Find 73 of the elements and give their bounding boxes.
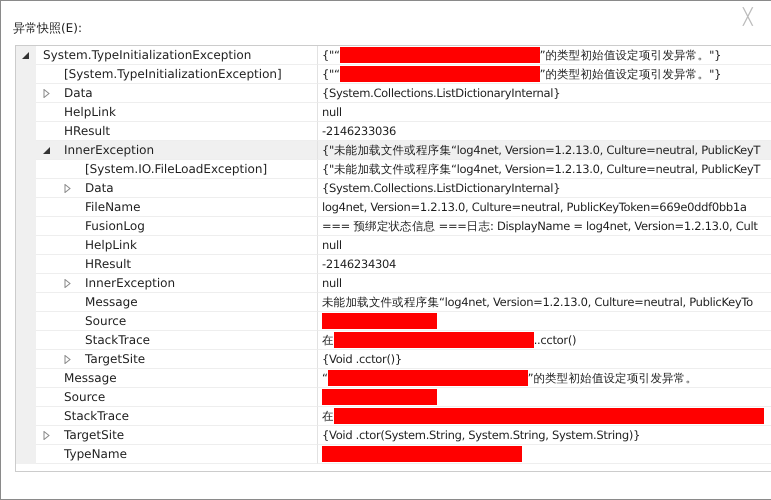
property-name: FileName bbox=[85, 200, 140, 214]
tree-row[interactable]: TypeName bbox=[16, 445, 771, 464]
property-name: TargetSite bbox=[85, 352, 146, 366]
collapsed-triangle-icon[interactable] bbox=[43, 430, 51, 440]
property-value: null bbox=[322, 276, 342, 290]
property-name: HResult bbox=[64, 124, 110, 138]
tree-row[interactable]: Message “ ”的类型初始值设定项引发异常。 bbox=[16, 369, 771, 388]
property-name: InnerException bbox=[64, 143, 154, 157]
tree-row[interactable]: HResult -2146234304 bbox=[16, 255, 771, 274]
tree-row[interactable]: [System.TypeInitializationException] {"“ ”的类型初始值设定项引发异常。"} bbox=[16, 65, 771, 84]
property-value: {"未能加载文件或程序集“log4net, Version=1.2.13.0, Culture=neutral, PublicKeyT bbox=[322, 162, 760, 176]
property-name: Data bbox=[64, 86, 93, 100]
property-name: HelpLink bbox=[85, 238, 137, 252]
property-value: ”的类型初始值设定项引发异常。 bbox=[528, 370, 698, 386]
property-value: -2146233036 bbox=[322, 124, 396, 138]
property-name: Message bbox=[85, 295, 138, 309]
tree-row[interactable]: Message 未能加载文件或程序集“log4net, Version=1.2.13.0, Culture=neutral, PublicKeyTo bbox=[16, 293, 771, 312]
property-name: System.TypeInitializationException bbox=[43, 48, 252, 62]
expanded-triangle-icon[interactable] bbox=[43, 146, 51, 154]
property-value: {"“ bbox=[322, 67, 340, 81]
tree-row[interactable]: StackTrace 在 bbox=[16, 407, 771, 426]
tree-row[interactable]: HelpLink null bbox=[16, 236, 771, 255]
property-value: ”的类型初始值设定项引发异常。"} bbox=[540, 66, 722, 82]
collapsed-triangle-icon[interactable] bbox=[43, 88, 51, 98]
collapsed-triangle-icon[interactable] bbox=[64, 184, 72, 192]
property-value: 在 bbox=[322, 332, 334, 348]
property-value: -2146234304 bbox=[322, 257, 396, 271]
tree-row[interactable]: StackTrace 在 ..cctor() bbox=[16, 331, 771, 350]
property-value: null bbox=[322, 105, 342, 119]
tree-row[interactable]: System.TypeInitializationException {"“ ”的类型初始值设定项引发异常。"} bbox=[16, 46, 771, 65]
property-name: InnerException bbox=[85, 276, 176, 290]
property-name: Source bbox=[85, 314, 126, 328]
property-name: FusionLog bbox=[85, 219, 145, 233]
dialog-title: 异常快照(E): bbox=[13, 20, 82, 36]
property-value: {"“ bbox=[322, 48, 340, 62]
property-value: null bbox=[322, 238, 342, 252]
property-name: Data bbox=[85, 181, 114, 195]
property-value: ..cctor() bbox=[534, 333, 576, 347]
property-name: StackTrace bbox=[64, 409, 130, 423]
property-name: Message bbox=[64, 371, 117, 385]
tree-row[interactable]: Data {System.Collections.ListDictionaryInternal} bbox=[16, 179, 771, 198]
tree-row[interactable]: Data {System.Collections.ListDictionaryInternal} bbox=[16, 84, 771, 103]
collapsed-triangle-icon[interactable] bbox=[64, 278, 72, 288]
property-value: {Void .cctor()} bbox=[322, 352, 402, 366]
tree-row[interactable]: HelpLink null bbox=[16, 103, 771, 122]
property-value: === 预绑定状态信息 ===日志: DisplayName = log4net, Version=1.2.13.0, Cult bbox=[322, 218, 758, 234]
tree-row[interactable]: Source bbox=[16, 388, 771, 407]
property-name: HResult bbox=[85, 257, 132, 271]
tree-row[interactable]: FusionLog === 预绑定状态信息 ===日志: DisplayName = log4net, Version=1.2.13.0, Cult bbox=[16, 217, 771, 236]
property-value: 未能加载文件或程序集“log4net, Version=1.2.13.0, Culture=neutral, PublicKeyTo bbox=[322, 294, 753, 310]
property-name: [System.IO.FileLoadException] bbox=[85, 162, 268, 176]
property-name: TargetSite bbox=[64, 428, 124, 442]
tree-row[interactable]: FileName log4net, Version=1.2.13.0, Culture=neutral, PublicKeyToken=669e0ddf0bb1a bbox=[16, 198, 771, 217]
tree-row[interactable]: Source bbox=[16, 312, 771, 331]
tree-row[interactable]: TargetSite {Void .cctor()} bbox=[16, 350, 771, 369]
property-value: 在 bbox=[322, 408, 334, 424]
property-value: ”的类型初始值设定项引发异常。"} bbox=[540, 48, 722, 62]
property-value: {System.Collections.ListDictionaryInternal} bbox=[322, 181, 560, 195]
property-name: TypeName bbox=[64, 447, 127, 461]
property-name: Source bbox=[64, 390, 106, 404]
property-value: {Void .ctor(System.String, System.String, System.String)} bbox=[322, 428, 640, 442]
property-name: HelpLink bbox=[64, 105, 116, 119]
collapsed-triangle-icon[interactable] bbox=[64, 354, 72, 364]
tree-row[interactable]: InnerException null bbox=[16, 274, 771, 293]
property-value: “ bbox=[322, 371, 328, 385]
tree-row[interactable]: TargetSite {Void .ctor(System.String, System.String, System.String)} bbox=[16, 426, 771, 445]
tree-row[interactable]: [System.IO.FileLoadException] {"未能加载文件或程序集“log4net, Version=1.2.13.0, Culture=neutral, PublicKeyT bbox=[16, 160, 771, 179]
property-value: {System.Collections.ListDictionaryInternal} bbox=[322, 86, 560, 100]
expanded-triangle-icon[interactable] bbox=[22, 50, 30, 60]
property-name: [System.TypeInitializationException] bbox=[64, 67, 282, 81]
property-name: StackTrace bbox=[85, 333, 150, 347]
property-value: log4net, Version=1.2.13.0, Culture=neutral, PublicKeyToken=669e0ddf0bb1a bbox=[322, 200, 747, 214]
property-value: {"未能加载文件或程序集“log4net, Version=1.2.13.0, Culture=neutral, PublicKeyT bbox=[322, 142, 760, 158]
